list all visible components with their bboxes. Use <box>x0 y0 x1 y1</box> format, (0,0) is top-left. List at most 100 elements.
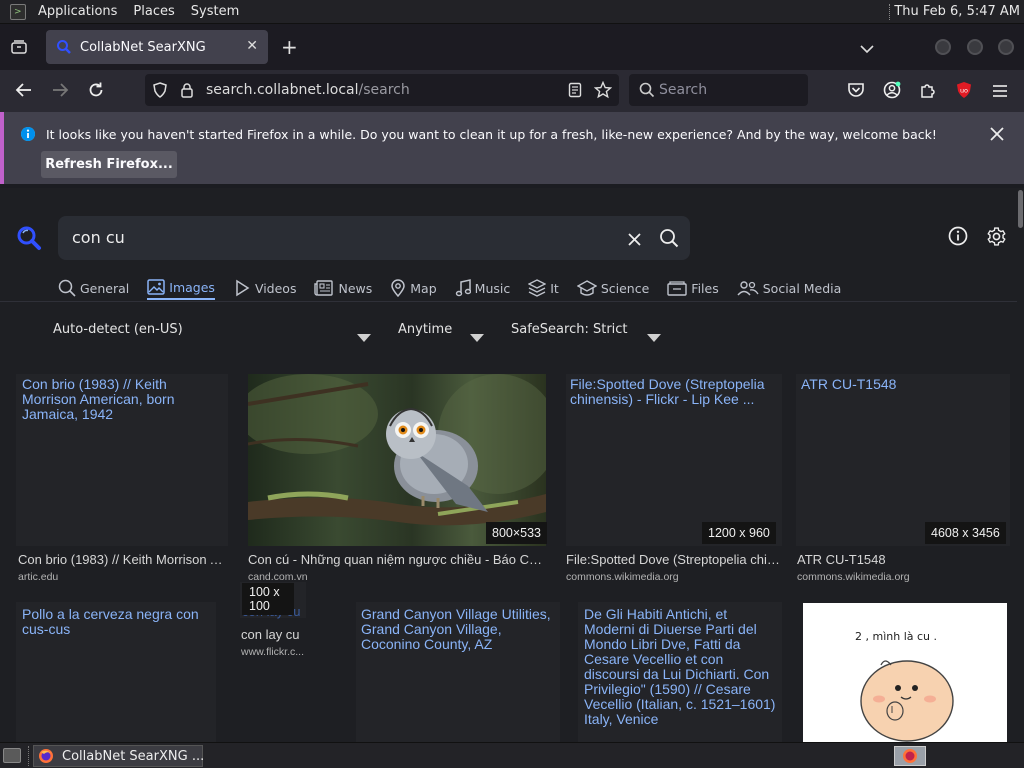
image-result-card[interactable]: Grand Canyon Village Utilities, Grand Ca… <box>356 602 562 742</box>
close-notification-icon[interactable] <box>990 126 1004 145</box>
searxng-logo-icon[interactable] <box>16 225 42 255</box>
tab-social-media[interactable]: Social Media <box>737 276 841 300</box>
tab-files[interactable]: Files <box>667 276 719 300</box>
people-icon <box>737 281 759 296</box>
result-caption[interactable]: Con brio (1983) // Keith Morrison Americ… <box>18 552 226 567</box>
tab-science-label: Science <box>600 280 650 296</box>
pocket-icon[interactable] <box>847 82 865 102</box>
terminal-icon[interactable]: > <box>10 3 26 20</box>
tab-searxng[interactable]: CollabNet SearXNG ✕ <box>46 30 268 64</box>
tab-it[interactable]: It <box>528 276 559 300</box>
maximize-window-button[interactable] <box>967 39 983 55</box>
minimize-window-button[interactable] <box>935 39 951 55</box>
info-icon <box>20 126 36 146</box>
image-resolution-badge: 4608 x 3456 <box>925 522 1006 544</box>
clock[interactable]: Thu Feb 6, 5:47 AM <box>894 4 1020 19</box>
map-pin-icon <box>391 279 406 297</box>
back-arrow-icon[interactable] <box>15 82 33 102</box>
search-query-text: con cu <box>72 228 125 247</box>
result-source: www.flickr.c... <box>241 646 305 658</box>
search-submit-icon[interactable] <box>659 228 679 252</box>
new-tab-icon[interactable]: + <box>281 35 298 59</box>
scrollbar-thumb[interactable] <box>1018 190 1023 228</box>
shield-icon[interactable] <box>153 82 167 102</box>
reader-view-icon[interactable] <box>568 82 582 102</box>
image-result-card[interactable]: con lay cu 100 x 100 con lay cu www.flic… <box>240 582 340 662</box>
tab-science[interactable]: Science <box>576 276 650 300</box>
time-range-select[interactable]: Anytime <box>398 322 452 337</box>
tab-images[interactable]: Images <box>147 276 215 300</box>
image-result-card[interactable]: File:Spotted Dove (Streptopelia chinensi… <box>566 374 782 588</box>
tab-news-label: News <box>338 280 373 296</box>
news-icon <box>314 280 334 296</box>
image-result-card[interactable]: Con brio (1983) // Keith Morrison Americ… <box>16 374 228 588</box>
language-chevron-down-icon[interactable] <box>357 327 371 346</box>
language-select[interactable]: Auto-detect (en-US) <box>53 322 183 337</box>
safesearch-select[interactable]: SafeSearch: Strict <box>511 322 628 337</box>
close-window-button[interactable] <box>998 39 1014 55</box>
applications-menu[interactable]: Applications <box>30 4 125 19</box>
result-alt-title: Grand Canyon Village Utilities, Grand Ca… <box>361 606 551 652</box>
search-query-input[interactable]: con cu <box>58 216 690 260</box>
image-result-card[interactable]: Pollo a la cerveza negra con cus-cus <box>16 602 216 742</box>
image-result-card[interactable]: ATR CU-T1548 4608 x 3456 ATR CU-T1548 co… <box>796 374 1012 588</box>
bookmark-star-icon[interactable] <box>593 80 613 103</box>
notification-message: It looks like you haven't started Firefo… <box>46 127 937 142</box>
reload-icon[interactable] <box>87 81 105 103</box>
firefox-notification-bar: It looks like you haven't started Firefo… <box>0 112 1024 184</box>
tab-videos-label: Videos <box>254 280 297 296</box>
image-resolution-badge: 100 x 100 <box>242 583 294 615</box>
hamburger-menu-icon[interactable] <box>992 83 1008 102</box>
list-tabs-chevron-down-icon[interactable] <box>860 39 874 58</box>
account-icon[interactable] <box>883 81 901 103</box>
category-tabs: General Images Videos News Map Music It <box>58 276 859 300</box>
tab-files-label: Files <box>691 280 719 296</box>
preferences-gear-icon[interactable] <box>986 226 1007 251</box>
owl-photo-thumbnail[interactable] <box>248 374 546 546</box>
result-alt-title: Pollo a la cerveza negra con cus-cus <box>22 606 199 637</box>
tab-map-label: Map <box>410 280 437 296</box>
time-chevron-down-icon[interactable] <box>470 327 484 346</box>
close-tab-icon[interactable]: ✕ <box>246 38 258 54</box>
image-result-card[interactable]: De Gli Habiti Antichi, et Moderni di Diu… <box>578 602 784 742</box>
image-result-card[interactable]: 2 , mình là cu . <box>803 603 1007 742</box>
clear-search-icon[interactable] <box>628 231 641 250</box>
category-separator <box>0 301 1024 302</box>
result-caption[interactable]: con lay cu <box>241 627 300 642</box>
places-menu[interactable]: Places <box>125 4 182 19</box>
result-caption[interactable]: Con cú - Những quan niệm ngược chiều - B… <box>248 552 546 567</box>
tab-general-label: General <box>80 280 130 296</box>
tab-music-label: Music <box>474 280 511 296</box>
tab-videos[interactable]: Videos <box>233 276 297 300</box>
workspace-firefox-icon <box>902 748 918 764</box>
ublock-origin-icon[interactable]: uo <box>955 81 973 99</box>
taskbar-separator <box>28 746 29 766</box>
lock-icon[interactable] <box>180 82 194 102</box>
tab-music[interactable]: Music <box>455 276 511 300</box>
refresh-firefox-button[interactable]: Refresh Firefox... <box>41 151 177 178</box>
cartoon-thumbnail[interactable]: 2 , mình là cu . <box>803 603 1007 742</box>
taskbar-window-firefox[interactable]: CollabNet SearXNG ... <box>33 745 204 767</box>
tab-overview-icon[interactable] <box>10 39 28 55</box>
url-text[interactable]: search.collabnet.local/search <box>206 82 410 98</box>
result-caption[interactable]: ATR CU-T1548 <box>797 552 1007 567</box>
show-desktop-icon[interactable] <box>3 748 21 763</box>
system-menu[interactable]: System <box>183 4 247 19</box>
tab-general[interactable]: General <box>58 276 129 300</box>
result-alt-title: De Gli Habiti Antichi, et Moderni di Diu… <box>584 606 776 727</box>
tab-news[interactable]: News <box>314 276 372 300</box>
search-icon <box>639 82 655 102</box>
panel-separator <box>889 4 890 20</box>
svg-text:uo: uo <box>960 87 968 95</box>
page-scrollbar[interactable] <box>1017 188 1024 742</box>
safesearch-chevron-down-icon[interactable] <box>647 327 661 346</box>
image-result-card[interactable]: 800×533 Con cú - Những quan niệm ngược c… <box>248 374 548 588</box>
tab-it-label: It <box>550 280 559 296</box>
about-info-icon[interactable] <box>948 226 968 250</box>
url-bar[interactable]: search.collabnet.local/search <box>145 74 619 106</box>
url-path: /search <box>358 82 410 98</box>
extensions-puzzle-icon[interactable] <box>919 81 937 103</box>
result-caption[interactable]: File:Spotted Dove (Streptopelia chinensi… <box>566 552 780 567</box>
web-search-field[interactable]: Search <box>629 74 808 106</box>
tab-map[interactable]: Map <box>390 276 437 300</box>
